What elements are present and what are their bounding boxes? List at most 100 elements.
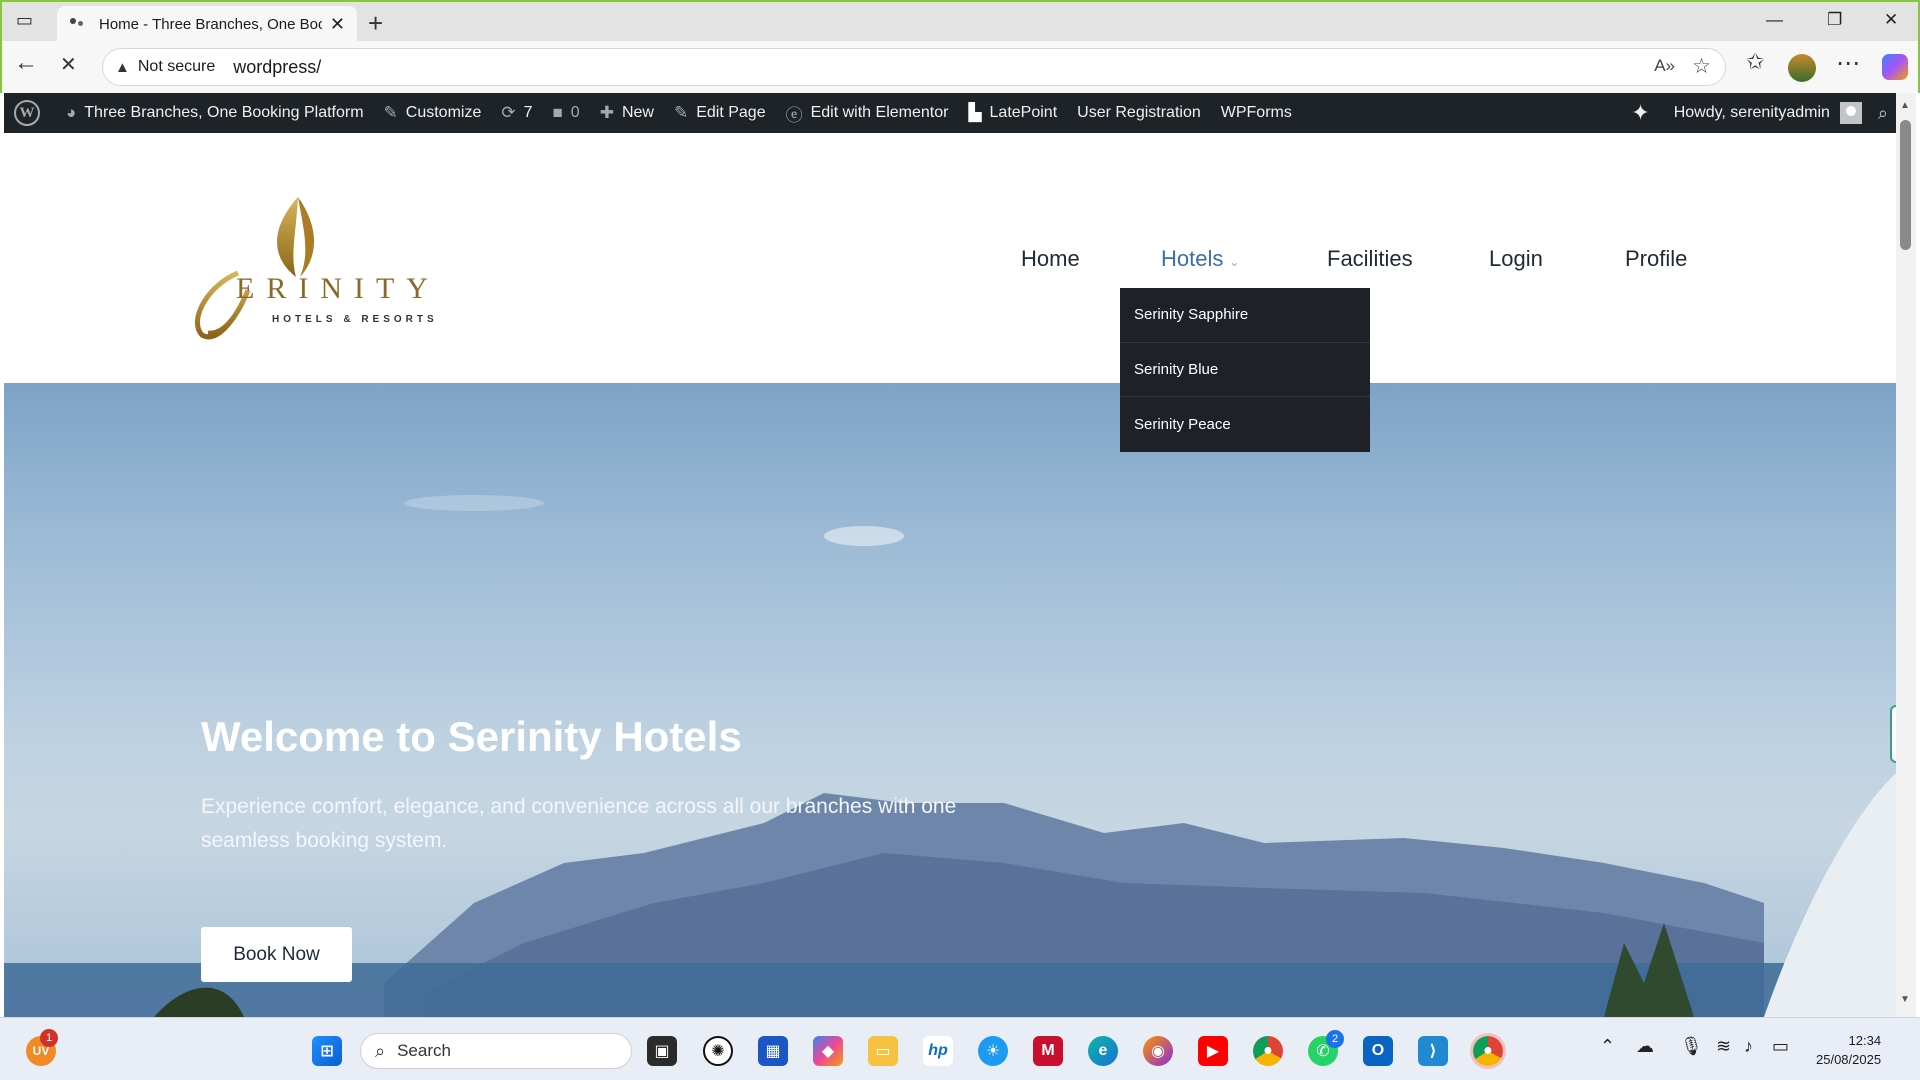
more-options-icon[interactable]: ⋯ — [1836, 49, 1860, 78]
taskbar-search[interactable]: ⌕ Search — [360, 1033, 632, 1069]
hp-icon[interactable]: hp — [923, 1036, 953, 1066]
logo-wordmark: ERINITY — [236, 272, 440, 305]
new-label: New — [621, 104, 654, 121]
messenger-icon[interactable]: ☀ — [978, 1036, 1008, 1066]
edit-page-label: Edit Page — [696, 104, 766, 121]
browser-tab-active[interactable]: Home - Three Branches, One Boo ✕ — [57, 6, 357, 43]
system-clock[interactable]: 12:34 25/08/2025 — [1816, 1031, 1881, 1069]
site-name-label: Three Branches, One Booking Platform — [84, 104, 364, 121]
weather-badge: 1 — [40, 1029, 58, 1047]
nav-hotels[interactable]: Hotels ⌄ — [1161, 246, 1239, 272]
favorites-icon[interactable]: ✩ — [1746, 49, 1764, 75]
clock-time: 12:34 — [1848, 1033, 1882, 1048]
clock-date: 25/08/2025 — [1816, 1052, 1882, 1067]
volume-icon[interactable]: ♪ — [1744, 1036, 1753, 1057]
scroll-down-icon[interactable]: ▼ — [1900, 994, 1910, 1005]
file-explorer-icon[interactable]: ▭ — [868, 1036, 898, 1066]
chrome-profile-icon[interactable]: ● — [1470, 1033, 1506, 1069]
wp-site-name[interactable]: ◕ Three Branches, One Booking Platform — [56, 93, 374, 133]
youtube-icon[interactable]: ▶ — [1198, 1036, 1228, 1066]
mcafee-icon[interactable]: M — [1033, 1036, 1063, 1066]
scrollbar-thumb[interactable] — [1900, 120, 1911, 250]
admin-search-icon[interactable]: ⌕ — [1878, 103, 1888, 124]
nav-facilities[interactable]: Facilities — [1327, 246, 1413, 272]
wp-latepoint[interactable]: ▙ LatePoint — [958, 93, 1067, 133]
dashboard-icon: ◕ — [66, 103, 77, 122]
new-tab-button[interactable]: + — [368, 8, 383, 39]
wp-admin-right: ✦ Howdy, serenityadmin ⌕ — [1631, 93, 1896, 133]
ai-sparkle-icon[interactable]: ✦ — [1631, 100, 1649, 126]
address-toolbar: ← ✕ ▲ Not secure wordpress/ A» ☆ ✩ ⋯ — [0, 41, 1920, 93]
sidebar-toggle-icon[interactable]: ▭ — [16, 10, 33, 31]
book-now-button[interactable]: Book Now — [201, 927, 352, 982]
wp-user-registration[interactable]: User Registration — [1067, 93, 1211, 133]
elementor-icon: ⓔ — [785, 105, 803, 125]
url-text[interactable]: wordpress/ — [233, 57, 321, 78]
taskbar-search-label: Search — [397, 1041, 451, 1060]
howdy-user[interactable]: Howdy, serenityadmin — [1674, 104, 1830, 122]
chatgpt-icon[interactable]: ✺ — [703, 1036, 733, 1066]
task-view-icon[interactable]: ▣ — [647, 1036, 677, 1066]
updates-icon: ⟳ — [501, 103, 516, 122]
battery-icon[interactable]: ▭ — [1772, 1036, 1789, 1057]
warning-icon: ▲ — [115, 58, 130, 76]
browser-tab-strip: ▭ Home - Three Branches, One Boo ✕ + — ❐… — [0, 0, 1920, 43]
wordpress-logo-icon[interactable]: W — [14, 100, 40, 126]
tab-title: Home - Three Branches, One Boo — [99, 16, 322, 33]
nav-home[interactable]: Home — [1021, 246, 1080, 272]
chevron-up-icon[interactable]: ⌃ — [1600, 1036, 1615, 1057]
edge-icon[interactable]: e — [1088, 1036, 1118, 1066]
search-icon: ⌕ — [375, 1040, 386, 1061]
windows-taskbar: UV 1 ⊞ ⌕ Search ▣ ✺ ▦ ◆ ▭ hp ☀ M e ◉ ▶ ●… — [0, 1017, 1920, 1080]
windows-start-icon[interactable]: ⊞ — [312, 1036, 342, 1066]
hero-background-image — [4, 495, 1896, 1017]
stop-loading-icon[interactable]: ✕ — [60, 52, 77, 77]
wp-comments[interactable]: ■ 0 — [543, 93, 590, 133]
wp-customize[interactable]: ✎ Customize — [374, 93, 492, 133]
restore-icon[interactable]: ❐ — [1827, 10, 1842, 30]
hero-title: Welcome to Serinity Hotels — [201, 713, 742, 760]
firefox-icon[interactable]: ◉ — [1143, 1036, 1173, 1066]
vscode-icon[interactable]: ⟩ — [1418, 1036, 1448, 1066]
security-label[interactable]: Not secure — [138, 58, 215, 76]
comments-count: 0 — [570, 104, 580, 121]
dropdown-item-serinity-blue[interactable]: Serinity Blue — [1120, 343, 1370, 398]
wp-edit-page[interactable]: ✎ Edit Page — [664, 93, 776, 133]
wp-admin-bar: W ◕ Three Branches, One Booking Platform… — [4, 93, 1896, 133]
scroll-up-icon[interactable]: ▲ — [1900, 100, 1910, 111]
nav-hotels-label: Hotels — [1161, 246, 1224, 271]
hero-subtitle: Experience comfort, elegance, and conven… — [201, 795, 957, 852]
wp-new[interactable]: ✚ New — [590, 93, 664, 133]
profile-avatar[interactable] — [1788, 54, 1816, 82]
copilot-icon[interactable] — [1882, 54, 1908, 80]
read-aloud-icon[interactable]: A» — [1654, 56, 1675, 76]
copilot-app-icon[interactable]: ◆ — [813, 1036, 843, 1066]
wp-wpforms[interactable]: WPForms — [1211, 93, 1302, 133]
outlook-icon[interactable]: O — [1363, 1036, 1393, 1066]
chevron-down-icon: ⌄ — [1229, 255, 1240, 269]
user-registration-label: User Registration — [1077, 104, 1201, 121]
microphone-icon[interactable]: 🎙 — [1680, 1036, 1703, 1057]
close-icon[interactable]: ✕ — [1884, 10, 1898, 30]
onedrive-icon[interactable]: ☁ — [1636, 1036, 1654, 1057]
customize-label: Customize — [405, 104, 482, 121]
back-icon[interactable]: ← — [14, 49, 38, 77]
user-avatar-icon[interactable] — [1839, 102, 1862, 124]
brush-icon: ✎ — [383, 103, 398, 122]
comment-icon: ■ — [552, 103, 563, 122]
dropdown-item-serinity-sapphire[interactable]: Serinity Sapphire — [1120, 288, 1370, 343]
address-bar[interactable]: ▲ Not secure wordpress/ A» ☆ — [102, 48, 1726, 86]
nav-profile[interactable]: Profile — [1625, 246, 1687, 272]
wifi-icon[interactable]: ≋ — [1716, 1036, 1731, 1057]
wp-edit-elementor[interactable]: ⓔ Edit with Elementor — [776, 93, 959, 133]
microsoft-store-icon[interactable]: ▦ — [758, 1036, 788, 1066]
hero-section — [4, 383, 1896, 1017]
edit-elementor-label: Edit with Elementor — [810, 104, 949, 121]
nav-login[interactable]: Login — [1489, 246, 1543, 272]
minimize-icon[interactable]: — — [1766, 10, 1783, 30]
wp-updates[interactable]: ⟳ 7 — [491, 93, 542, 133]
dropdown-item-serinity-peace[interactable]: Serinity Peace — [1120, 397, 1370, 452]
chrome-icon[interactable]: ● — [1253, 1036, 1283, 1066]
tab-close-icon[interactable]: ✕ — [330, 14, 345, 35]
favorite-star-icon[interactable]: ☆ — [1692, 54, 1711, 79]
